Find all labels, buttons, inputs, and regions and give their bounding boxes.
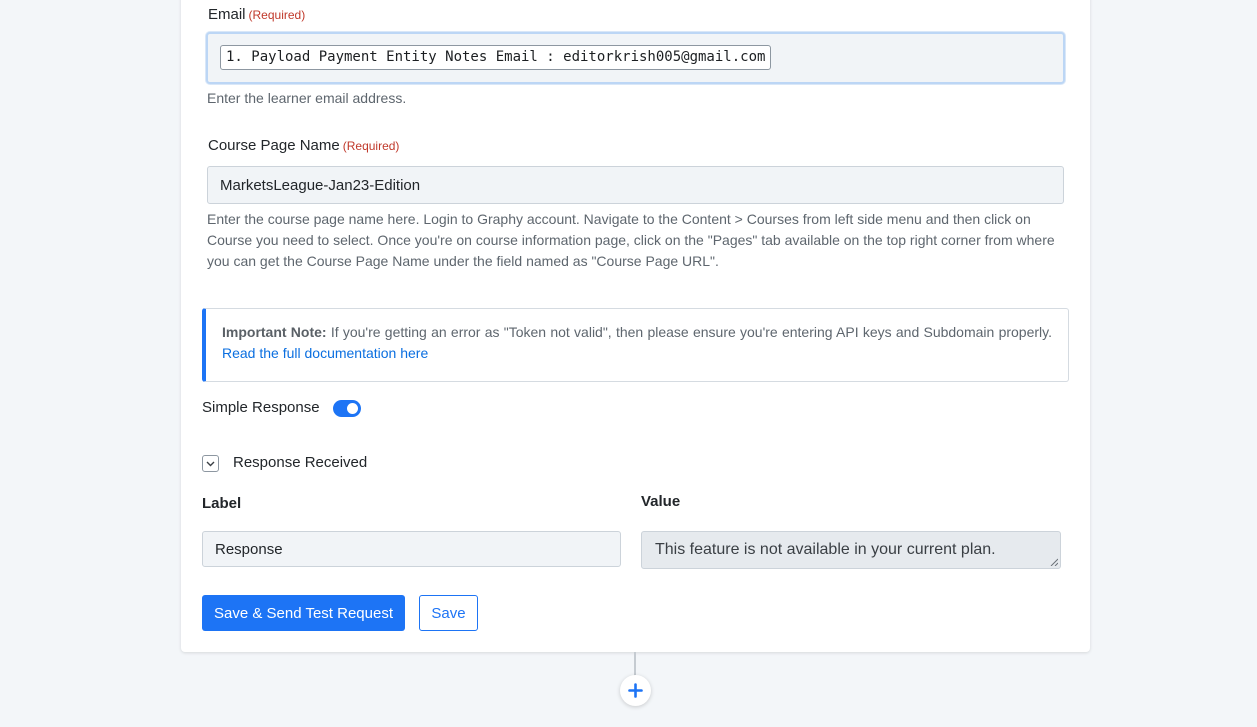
response-value-textarea[interactable]: This feature is not available in your cu… bbox=[641, 531, 1061, 569]
documentation-link[interactable]: Read the full documentation here bbox=[222, 345, 428, 361]
chevron-down-icon bbox=[206, 461, 215, 466]
email-help-text: Enter the learner email address. bbox=[207, 90, 407, 106]
course-page-name-label: Course Page Name (Required) bbox=[208, 137, 400, 154]
plus-icon bbox=[628, 683, 643, 698]
course-page-name-value: MarketsLeague-Jan23-Edition bbox=[220, 176, 421, 194]
response-label-value: Response bbox=[215, 540, 283, 558]
course-page-help-text: Enter the course page name here. Login t… bbox=[207, 211, 1055, 269]
note-title: Important Note: bbox=[222, 324, 327, 340]
save-button[interactable]: Save bbox=[419, 595, 478, 631]
required-marker: (Required) bbox=[248, 8, 306, 22]
response-received-collapse-button[interactable] bbox=[202, 455, 219, 472]
important-note-box: Important Note: If you're getting an err… bbox=[202, 308, 1069, 382]
response-received-label: Response Received bbox=[233, 454, 368, 471]
email-label: Email (Required) bbox=[208, 6, 306, 23]
value-column-header: Value bbox=[641, 493, 681, 510]
resize-handle-icon[interactable] bbox=[1050, 558, 1058, 566]
course-page-name-input[interactable]: MarketsLeague-Jan23-Edition bbox=[207, 166, 1064, 204]
save-and-send-test-request-button[interactable]: Save & Send Test Request bbox=[202, 595, 405, 631]
required-marker: (Required) bbox=[342, 139, 400, 153]
email-mapped-value-chip[interactable]: 1. Payload Payment Entity Notes Email : … bbox=[220, 45, 772, 70]
label-column-header: Label bbox=[202, 495, 242, 512]
note-text: If you're getting an error as "Token not… bbox=[326, 324, 1052, 340]
simple-response-toggle[interactable] bbox=[333, 400, 361, 417]
toggle-knob bbox=[347, 403, 358, 414]
simple-response-label: Simple Response bbox=[202, 399, 320, 416]
add-step-button[interactable] bbox=[620, 675, 651, 706]
step-connector-line bbox=[634, 652, 636, 676]
response-value-text: This feature is not available in your cu… bbox=[655, 541, 996, 558]
response-label-input[interactable]: Response bbox=[202, 531, 621, 567]
